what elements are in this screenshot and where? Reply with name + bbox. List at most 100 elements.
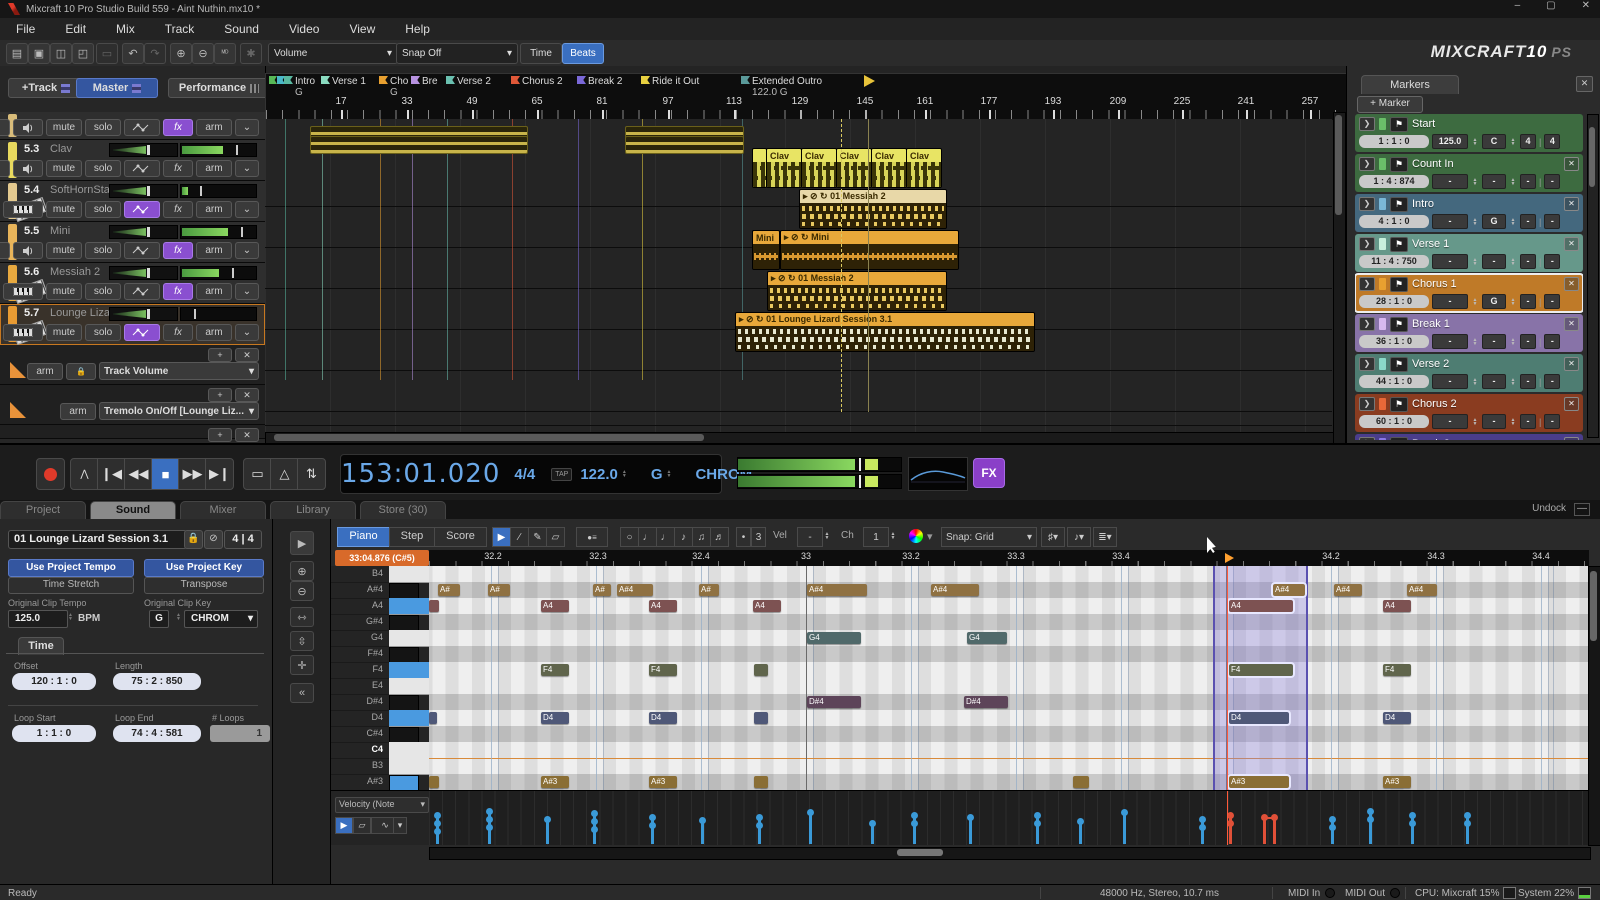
zoom-in-icon[interactable]: ⊕ (290, 561, 314, 581)
pan-slider[interactable] (109, 266, 178, 280)
lock-icon[interactable]: 🔒 (184, 530, 203, 549)
velocity-handle[interactable] (486, 824, 493, 831)
velocity-handle[interactable] (434, 812, 441, 819)
new-file-icon[interactable]: ▤ (6, 43, 28, 64)
zoom-in-icon[interactable]: ⊕ (170, 43, 192, 64)
clip-header[interactable]: Clav (767, 149, 801, 162)
library-icon[interactable]: ▭ (96, 43, 118, 64)
velocity-handle[interactable] (911, 812, 918, 819)
note-staff-icon[interactable]: ●≡ (576, 527, 608, 547)
marker-tempo-field[interactable]: 125.0 (1432, 134, 1468, 149)
lane-arm-button[interactable]: arm (60, 403, 96, 420)
piano-key-f4[interactable] (389, 662, 429, 679)
time-stretch-button[interactable]: Time Stretch (8, 577, 134, 594)
redo-icon[interactable]: ↷ (144, 43, 166, 64)
piano-key-c4[interactable] (389, 742, 429, 759)
marker-sig-denominator[interactable]: - (1544, 254, 1560, 269)
save-icon[interactable]: ◰ (72, 43, 94, 64)
velocity-handle[interactable] (756, 822, 763, 829)
automation-icon[interactable] (124, 324, 160, 341)
timeline-marker-break-2[interactable]: Break 2 (577, 76, 622, 87)
marker-position-field[interactable]: 11 : 4 : 750 (1359, 255, 1429, 268)
velocity-handle[interactable] (486, 816, 493, 823)
marker-tempo-field[interactable]: - (1432, 414, 1468, 429)
marker-tempo-field[interactable]: - (1432, 294, 1468, 309)
triplet-button[interactable]: 3 (751, 527, 766, 547)
pencil-icon[interactable]: ✎ (0, 160, 10, 177)
key-spinner[interactable]: ▲▼ (1509, 175, 1517, 188)
menu-edit[interactable]: Edit (65, 22, 86, 36)
clip-mini[interactable]: Mini (752, 230, 780, 270)
timeline-marker-chorus-2[interactable]: Chorus 2 (511, 76, 563, 87)
h-expand-icon[interactable]: ⇿ (290, 607, 314, 627)
key-spinner[interactable]: ▲▼ (1509, 215, 1517, 228)
clip-clav[interactable]: Clav (766, 148, 802, 188)
marker-tempo-field[interactable]: - (1432, 374, 1468, 389)
velocity-stem[interactable] (436, 814, 439, 844)
zoom-out-icon[interactable]: ⊖ (290, 581, 314, 601)
marker-sig-denominator[interactable]: 4 (1544, 134, 1560, 149)
scrollbar-handle[interactable] (274, 434, 704, 441)
ch-value-field[interactable]: 1 (863, 527, 889, 547)
piano-key-fs4[interactable] (389, 647, 419, 663)
marker-sig-numerator[interactable]: - (1520, 334, 1536, 349)
menu-track[interactable]: Track (165, 22, 195, 36)
undock-label[interactable]: Undock (1532, 503, 1566, 514)
v-expand-icon[interactable]: ⇳ (290, 631, 314, 651)
tempo-spinner[interactable]: ▲▼ (1471, 135, 1479, 148)
midi-note-as3[interactable]: A#3 (1383, 776, 1411, 788)
midi-note-a4[interactable]: A4 (1383, 600, 1411, 612)
expand-button[interactable]: ❯ (1359, 157, 1375, 171)
playback-time[interactable]: 153:01.020 (341, 459, 500, 489)
clip-area[interactable]: ClavClavClavClavClav▸ ⊘ ↻ 01 Messiah 2Mi… (265, 119, 1332, 432)
track-row-5.4[interactable]: 5.4SoftHornStabsmutesolofxarm⌄ (0, 181, 265, 222)
velocity-stem[interactable] (913, 814, 916, 844)
vel-erase-tool[interactable]: ▱ (353, 817, 371, 834)
add-lane-button[interactable]: + (208, 348, 232, 362)
ch-spinner[interactable]: ▲▼ (889, 529, 897, 542)
clip-time-signature[interactable]: 4 | 4 (224, 530, 262, 549)
marker-key-field[interactable]: G (1482, 214, 1506, 229)
scale-dropdown[interactable]: CHROM▾ (184, 610, 258, 628)
beats-mode-button[interactable]: Beats (562, 43, 604, 64)
marker-name[interactable]: Count In (1412, 158, 1560, 170)
velocity-stem[interactable] (809, 811, 812, 844)
pan-slider[interactable] (109, 307, 178, 321)
solo-button[interactable]: solo (85, 160, 121, 177)
track-row-5.3[interactable]: 5.3Clav✎mutesolofxarm⌄ (0, 140, 265, 181)
tempo-spinner[interactable]: ▲▼ (1471, 415, 1479, 428)
midi-note-ds4[interactable]: D#4 (964, 696, 1008, 708)
arm-button[interactable]: arm (196, 242, 232, 259)
midi-note-ds4[interactable]: D#4 (807, 696, 861, 708)
marker-sig-denominator[interactable]: - (1544, 214, 1560, 229)
midi-note-f4[interactable]: F4 (541, 664, 569, 676)
solo-button[interactable]: solo (85, 242, 121, 259)
midi-note-as[interactable]: A# (488, 584, 510, 596)
midi-note[interactable] (1073, 776, 1089, 788)
velocity-handle[interactable] (1121, 809, 1128, 816)
clip-01-messiah-2[interactable]: ▸ ⊘ ↻ 01 Messiah 2 (799, 189, 947, 229)
select-tool[interactable]: ▶ (492, 527, 511, 547)
speaker-icon[interactable] (13, 119, 43, 136)
speaker-icon[interactable] (13, 242, 43, 259)
velocity-handle[interactable] (1329, 816, 1336, 823)
midi-note-as3[interactable]: A#3 (1229, 776, 1289, 788)
arrangement-vscrollbar[interactable] (1333, 112, 1346, 445)
marker-close-button[interactable]: ✕ (1564, 437, 1579, 440)
piano-key-ds4[interactable] (389, 695, 419, 711)
draw-tool[interactable]: ✎ (528, 527, 547, 547)
snap-dropdown[interactable]: Snap: Grid▾ (941, 527, 1037, 547)
marker-key-field[interactable]: - (1482, 414, 1506, 429)
velocity-handle[interactable] (1409, 812, 1416, 819)
fx-button[interactable]: fx (163, 324, 193, 341)
velocity-handle[interactable] (1077, 818, 1084, 825)
midi-note-a4[interactable]: A4 (753, 600, 781, 612)
marker-item-break-2[interactable]: ❯⚑Break 2✕ (1355, 434, 1583, 440)
velocity-stem[interactable] (758, 816, 761, 844)
marker-tempo-field[interactable]: - (1432, 214, 1468, 229)
solo-button[interactable]: solo (85, 283, 121, 300)
automation-curves[interactable] (265, 411, 1332, 432)
clip-header[interactable]: Clav (837, 149, 871, 162)
menu-mix[interactable]: Mix (116, 22, 135, 36)
arm-button[interactable]: arm (196, 201, 232, 218)
